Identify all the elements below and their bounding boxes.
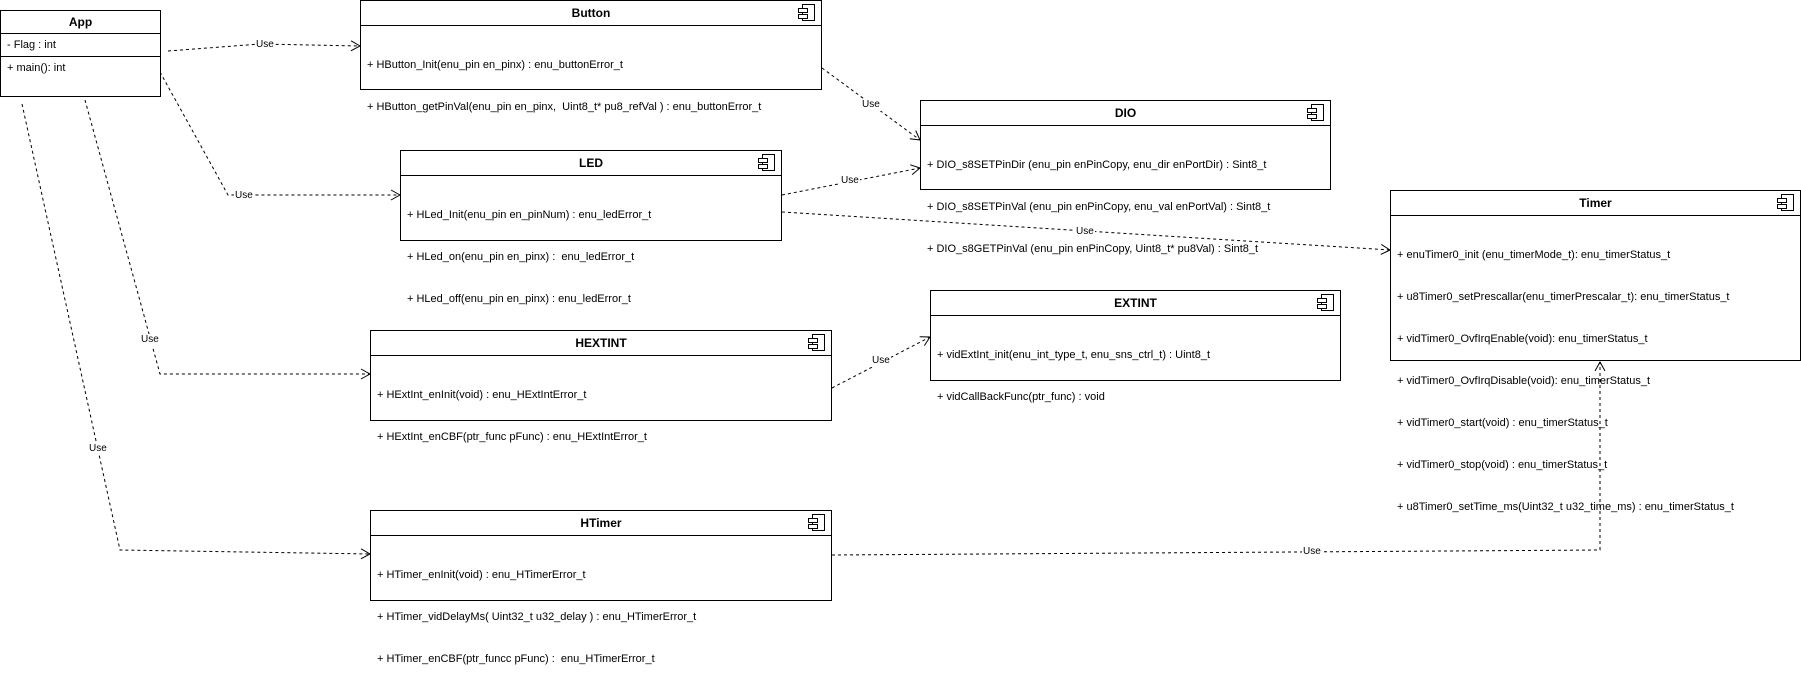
use-label-app-hextint: Use — [140, 334, 160, 346]
operation-line: + vidCallBackFunc(ptr_func) : void — [937, 391, 1105, 403]
app-operation: + main(): int — [7, 62, 66, 74]
hextint-component-header: HEXTINT — [371, 331, 831, 356]
operation-line: + enuTimer0_init (enu_timerMode_t): enu_… — [1397, 249, 1671, 261]
component-icon — [808, 334, 825, 351]
operation-line: + DIO_s8SETPinDir (enu_pin enPinCopy, en… — [927, 159, 1267, 171]
use-label-app-htimer: Use — [88, 443, 108, 455]
use-label-button-dio: Use — [861, 99, 881, 111]
htimer-component[interactable]: HTimer + HTimer_enInit(void) : enu_HTime… — [370, 510, 832, 665]
led-component-header: LED — [401, 151, 781, 176]
htimer-component-header: HTimer — [371, 511, 831, 536]
operation-line: + vidExtInt_init(enu_int_type_t, enu_sns… — [937, 349, 1211, 361]
operation-line: + HTimer_enInit(void) : enu_HTimerError_… — [377, 569, 586, 581]
use-label-app-button: Use — [255, 39, 275, 51]
dio-component-header: DIO — [921, 101, 1330, 126]
component-icon — [808, 514, 825, 531]
operation-line: + vidTimer0_OvfIrqEnable(void): enu_time… — [1397, 333, 1648, 345]
component-icon — [1307, 104, 1324, 121]
dio-component-title: DIO — [1114, 106, 1137, 120]
component-icon — [758, 154, 775, 171]
extint-component-title: EXTINT — [1114, 296, 1157, 310]
operation-line: + vidTimer0_start(void) : enu_timerStatu… — [1397, 417, 1608, 429]
app-class[interactable]: App - Flag : int + main(): int — [0, 10, 161, 97]
app-class-title: App — [1, 11, 160, 34]
app-to-htimer-connector — [21, 103, 372, 560]
extint-component[interactable]: EXTINT + vidExtInt_init(enu_int_type_t, … — [930, 290, 1341, 403]
hextint-operations: + HExtInt_enInit(void) : enu_HExtIntErro… — [371, 356, 831, 472]
led-operations: + HLed_Init(enu_pin en_pinNum) : enu_led… — [401, 176, 781, 334]
extint-component-header: EXTINT — [931, 291, 1340, 316]
use-label-htimer-timer: Use — [1302, 546, 1322, 558]
operation-line: + DIO_s8GETPinVal (enu_pin enPinCopy, Ui… — [927, 243, 1259, 255]
timer-component-header: Timer — [1391, 191, 1800, 216]
component-icon — [1317, 294, 1334, 311]
use-label-led-dio: Use — [840, 175, 860, 187]
hextint-component-title: HEXTINT — [575, 336, 627, 350]
component-icon — [798, 4, 815, 21]
use-label-app-led: Use — [234, 190, 254, 202]
operation-line: + HExtInt_enCBF(ptr_func pFunc) : enu_HE… — [377, 431, 647, 443]
app-to-hextint-connector — [84, 99, 372, 380]
component-icon — [1777, 194, 1794, 211]
use-label-hextint-extint: Use — [871, 355, 891, 367]
button-operations: + HButton_Init(enu_pin en_pinx) : enu_bu… — [361, 26, 821, 142]
htimer-operations: + HTimer_enInit(void) : enu_HTimerError_… — [371, 536, 831, 694]
htimer-component-title: HTimer — [580, 516, 622, 530]
operation-line: + HLed_Init(enu_pin en_pinNum) : enu_led… — [407, 209, 652, 221]
timer-component[interactable]: Timer + enuTimer0_init (enu_timerMode_t)… — [1390, 190, 1801, 513]
timer-component-title: Timer — [1579, 196, 1612, 210]
operation-line: + HExtInt_enInit(void) : enu_HExtIntErro… — [377, 389, 587, 401]
operation-line: + HTimer_vidDelayMs( Uint32_t u32_delay … — [377, 611, 697, 623]
operation-line: + HLed_off(enu_pin en_pinx) : enu_ledErr… — [407, 293, 631, 305]
button-component[interactable]: Button + HButton_Init(enu_pin en_pinx) :… — [360, 0, 822, 113]
operation-line: + HButton_getPinVal(enu_pin en_pinx, Uin… — [367, 101, 762, 113]
extint-operations: + vidExtInt_init(enu_int_type_t, enu_sns… — [931, 316, 1340, 432]
operation-line: + DIO_s8SETPinVal (enu_pin enPinCopy, en… — [927, 201, 1271, 213]
operation-line: + vidTimer0_stop(void) : enu_timerStatus… — [1397, 459, 1608, 471]
dio-component[interactable]: DIO + DIO_s8SETPinDir (enu_pin enPinCopy… — [920, 100, 1331, 255]
timer-operations: + enuTimer0_init (enu_timerMode_t): enu_… — [1391, 216, 1800, 542]
operation-line: + vidTimer0_OvfIrqDisable(void): enu_tim… — [1397, 375, 1650, 387]
led-component-title: LED — [579, 156, 603, 170]
hextint-component[interactable]: HEXTINT + HExtInt_enInit(void) : enu_HEx… — [370, 330, 832, 443]
operation-line: + u8Timer0_setTime_ms(Uint32_t u32_time_… — [1397, 501, 1734, 513]
button-component-header: Button — [361, 1, 821, 26]
dio-operations: + DIO_s8SETPinDir (enu_pin enPinCopy, en… — [921, 126, 1330, 284]
operation-line: + HTimer_enCBF(ptr_funcc pFunc) : enu_HT… — [377, 653, 655, 665]
operation-line: + u8Timer0_setPrescallar(enu_timerPresca… — [1397, 291, 1730, 303]
app-attribute: - Flag : int — [1, 34, 160, 57]
operation-line: + HButton_Init(enu_pin en_pinx) : enu_bu… — [367, 59, 623, 71]
button-component-title: Button — [571, 6, 611, 20]
operation-line: + HLed_on(enu_pin en_pinx) : enu_ledErro… — [407, 251, 635, 263]
led-component[interactable]: LED + HLed_Init(enu_pin en_pinNum) : enu… — [400, 150, 782, 305]
